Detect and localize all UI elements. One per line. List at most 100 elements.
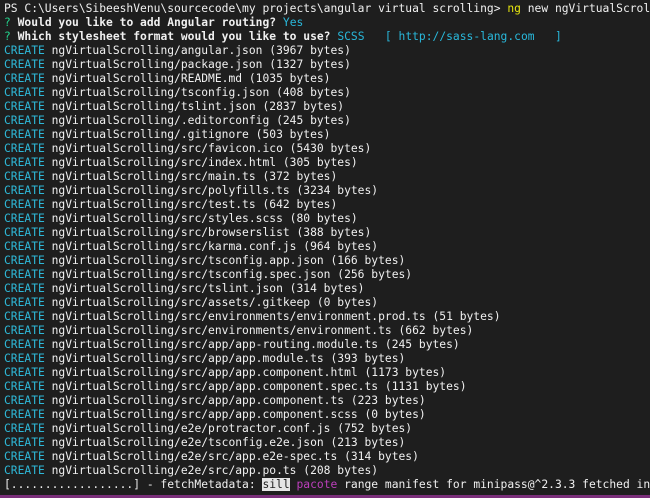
created-file-path: ngVirtualScrolling/src/polyfills.ts (323… [51, 184, 379, 197]
create-label: CREATE [4, 436, 45, 449]
created-file-path: ngVirtualScrolling/e2e/src/app.po.ts (20… [51, 464, 379, 477]
create-line: CREATE ngVirtualScrolling/src/tslint.jso… [4, 282, 650, 296]
log-message: range manifest for minipass@^2.3.3 fetch… [344, 478, 650, 491]
created-file-path: ngVirtualScrolling/src/browserslist (388… [51, 226, 372, 239]
create-line: CREATE ngVirtualScrolling/package.json (… [4, 58, 650, 72]
create-label: CREATE [4, 352, 45, 365]
create-label: CREATE [4, 142, 45, 155]
create-line: CREATE ngVirtualScrolling/.gitignore (50… [4, 128, 650, 142]
created-file-path: ngVirtualScrolling/.gitignore (503 bytes… [51, 128, 331, 141]
question-mark: ? [4, 16, 11, 29]
create-label: CREATE [4, 282, 45, 295]
created-file-path: ngVirtualScrolling/src/tsconfig.app.json… [51, 254, 406, 267]
question-text: Would you like to add Angular routing? [17, 16, 277, 29]
create-label: CREATE [4, 44, 45, 57]
create-label: CREATE [4, 310, 45, 323]
create-label: CREATE [4, 128, 45, 141]
created-file-path: ngVirtualScrolling/src/tslint.json (314 … [51, 282, 365, 295]
create-label: CREATE [4, 380, 45, 393]
log-module: pacote [296, 478, 338, 491]
created-file-path: ngVirtualScrolling/src/styles.scss (80 b… [51, 212, 358, 225]
create-line: CREATE ngVirtualScrolling/src/app/app.co… [4, 408, 650, 422]
log-level: sill [262, 478, 290, 491]
create-line: CREATE ngVirtualScrolling/src/app/app.co… [4, 394, 650, 408]
prompt: PS C:\Users\SibeeshVenu\sourcecode\my pr… [4, 2, 501, 15]
created-file-path: ngVirtualScrolling/src/index.html (305 b… [51, 156, 358, 169]
create-line: CREATE ngVirtualScrolling/e2e/tsconfig.e… [4, 436, 650, 450]
create-line: CREATE ngVirtualScrolling/src/app/app.mo… [4, 352, 650, 366]
create-line: CREATE ngVirtualScrolling/src/karma.conf… [4, 240, 650, 254]
question-text: Which stylesheet format would you like t… [17, 30, 331, 43]
create-label: CREATE [4, 86, 45, 99]
created-file-path: ngVirtualScrolling/src/karma.conf.js (96… [51, 240, 379, 253]
create-line: CREATE ngVirtualScrolling/src/test.ts (6… [4, 198, 650, 212]
create-label: CREATE [4, 408, 45, 421]
create-label: CREATE [4, 58, 45, 71]
question-routing: ? Would you like to add Angular routing?… [4, 16, 650, 30]
created-file-path: ngVirtualScrolling/src/app/app.component… [51, 380, 467, 393]
create-line: CREATE ngVirtualScrolling/README.md (103… [4, 72, 650, 86]
create-label: CREATE [4, 366, 45, 379]
create-line: CREATE ngVirtualScrolling/src/environmen… [4, 324, 650, 338]
create-label: CREATE [4, 324, 45, 337]
created-file-path: ngVirtualScrolling/src/app/app.component… [51, 366, 447, 379]
created-file-path: ngVirtualScrolling/src/assets/.gitkeep (… [51, 296, 379, 309]
created-file-path: ngVirtualScrolling/package.json (1327 by… [51, 58, 351, 71]
create-label: CREATE [4, 422, 45, 435]
create-label: CREATE [4, 170, 45, 183]
created-file-path: ngVirtualScrolling/src/app/app.component… [51, 408, 426, 421]
create-line: CREATE ngVirtualScrolling/src/polyfills.… [4, 184, 650, 198]
created-file-path: ngVirtualScrolling/src/tsconfig.spec.jso… [51, 268, 413, 281]
create-label: CREATE [4, 114, 45, 127]
command-line: PS C:\Users\SibeeshVenu\sourcecode\my pr… [4, 2, 650, 16]
create-line: CREATE ngVirtualScrolling/src/assets/.gi… [4, 296, 650, 310]
create-label: CREATE [4, 254, 45, 267]
created-file-path: ngVirtualScrolling/src/app/app-routing.m… [51, 338, 460, 351]
question-answer: SCSS [ http://sass-lang.com ] [337, 30, 562, 43]
command-args: new ngVirtualScrolling [527, 2, 650, 15]
question-mark: ? [4, 30, 11, 43]
create-line: CREATE ngVirtualScrolling/src/environmen… [4, 310, 650, 324]
create-label: CREATE [4, 226, 45, 239]
create-line: CREATE ngVirtualScrolling/e2e/protractor… [4, 422, 650, 436]
create-label: CREATE [4, 268, 45, 281]
status-line: [..................] - fetchMetadata: si… [4, 478, 650, 492]
create-label: CREATE [4, 464, 45, 477]
created-file-path: ngVirtualScrolling/src/test.ts (642 byte… [51, 198, 338, 211]
created-file-path: ngVirtualScrolling/e2e/tsconfig.e2e.json… [51, 436, 406, 449]
question-answer: Yes [282, 16, 304, 29]
create-label: CREATE [4, 240, 45, 253]
create-label: CREATE [4, 296, 45, 309]
create-label: CREATE [4, 450, 45, 463]
create-line: CREATE ngVirtualScrolling/src/styles.scs… [4, 212, 650, 226]
create-line: CREATE ngVirtualScrolling/.editorconfig … [4, 114, 650, 128]
created-file-path: ngVirtualScrolling/src/favicon.ico (5430… [51, 142, 372, 155]
created-file-path: ngVirtualScrolling/tslint.json (2837 byt… [51, 100, 345, 113]
created-file-path: ngVirtualScrolling/src/environments/envi… [51, 310, 501, 323]
command: ng [507, 2, 521, 15]
create-label: CREATE [4, 338, 45, 351]
create-label: CREATE [4, 212, 45, 225]
question-stylesheet: ? Which stylesheet format would you like… [4, 30, 650, 44]
create-label: CREATE [4, 156, 45, 169]
create-line: CREATE ngVirtualScrolling/src/browsersli… [4, 226, 650, 240]
progress-indicator: [..................] - fetchMetadata: [4, 478, 263, 491]
create-label: CREATE [4, 394, 45, 407]
created-file-path: ngVirtualScrolling/e2e/src/app.e2e-spec.… [51, 450, 419, 463]
create-line: CREATE ngVirtualScrolling/src/index.html… [4, 156, 650, 170]
create-line: CREATE ngVirtualScrolling/src/tsconfig.s… [4, 268, 650, 282]
create-line: CREATE ngVirtualScrolling/src/favicon.ic… [4, 142, 650, 156]
create-line: CREATE ngVirtualScrolling/src/app/app.co… [4, 380, 650, 394]
create-line: CREATE ngVirtualScrolling/src/app/app-ro… [4, 338, 650, 352]
created-file-list: CREATE ngVirtualScrolling/angular.json (… [4, 44, 650, 478]
create-line: CREATE ngVirtualScrolling/src/main.ts (3… [4, 170, 650, 184]
created-file-path: ngVirtualScrolling/e2e/protractor.conf.j… [51, 422, 413, 435]
created-file-path: ngVirtualScrolling/src/main.ts (372 byte… [51, 170, 338, 183]
create-label: CREATE [4, 184, 45, 197]
create-label: CREATE [4, 198, 45, 211]
create-line: CREATE ngVirtualScrolling/e2e/src/app.e2… [4, 450, 650, 464]
create-line: CREATE ngVirtualScrolling/e2e/src/app.po… [4, 464, 650, 478]
terminal-window[interactable]: PS C:\Users\SibeeshVenu\sourcecode\my pr… [0, 0, 650, 498]
created-file-path: ngVirtualScrolling/src/app/app.component… [51, 394, 426, 407]
created-file-path: ngVirtualScrolling/src/app/app.module.ts… [51, 352, 406, 365]
